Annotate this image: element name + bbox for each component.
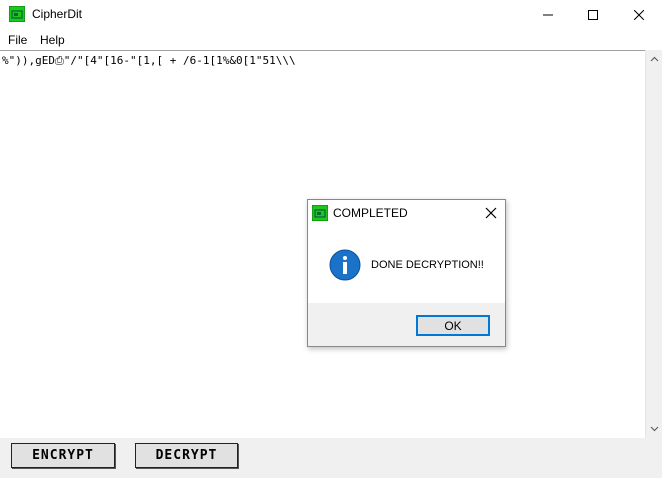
completed-dialog: COMPLETED DONE DECRYPTION!! OK — [307, 199, 506, 347]
dialog-close-icon[interactable] — [483, 205, 499, 221]
encrypt-button[interactable]: ENCRYPT — [11, 443, 115, 468]
ok-button[interactable]: OK — [416, 315, 490, 336]
menu-file[interactable]: File — [8, 33, 27, 47]
vertical-scrollbar[interactable] — [645, 50, 662, 438]
maximize-icon — [588, 10, 598, 20]
minimize-button[interactable] — [525, 0, 571, 30]
maximize-button[interactable] — [570, 0, 616, 30]
menu-bar: File Help — [0, 30, 662, 50]
bottom-toolbar: ENCRYPT DECRYPT — [0, 438, 662, 478]
app-icon — [312, 205, 328, 221]
dialog-footer: OK — [308, 303, 505, 346]
close-button[interactable] — [616, 0, 662, 30]
info-icon — [329, 249, 361, 281]
dialog-message: DONE DECRYPTION!! — [371, 259, 484, 271]
dialog-body: DONE DECRYPTION!! — [308, 226, 505, 303]
dialog-title: COMPLETED — [333, 206, 408, 220]
editor-content[interactable]: %")),gED⎙"/"[4"[16-"[1,[ + /6-1[1%&0[1"5… — [2, 54, 296, 68]
close-icon — [634, 10, 644, 20]
dialog-title-bar[interactable]: COMPLETED — [308, 200, 505, 226]
scroll-down-icon[interactable] — [650, 424, 659, 433]
decrypt-button[interactable]: DECRYPT — [135, 443, 238, 468]
window-title: CipherDit — [32, 7, 83, 21]
minimize-icon — [543, 14, 553, 16]
title-bar[interactable]: CipherDit — [0, 0, 662, 30]
scroll-up-icon[interactable] — [650, 55, 659, 64]
app-icon — [9, 6, 25, 22]
main-window: CipherDit File Help %")),gED⎙"/"[4"[16-"… — [0, 0, 662, 478]
menu-help[interactable]: Help — [40, 33, 65, 47]
